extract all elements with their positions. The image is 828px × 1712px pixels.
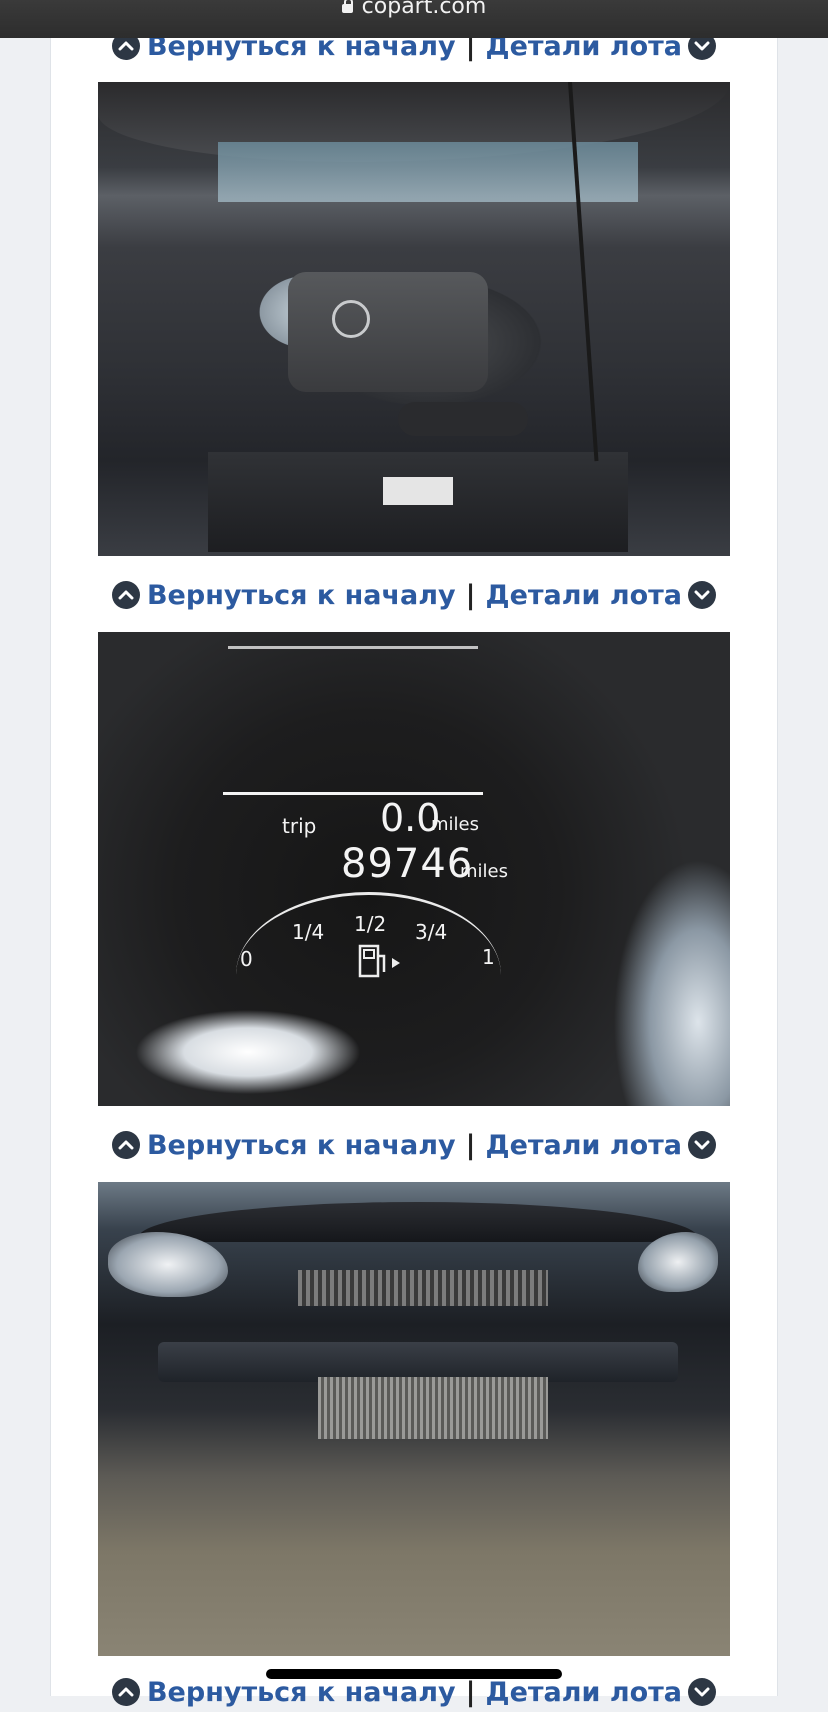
nav-separator: | xyxy=(465,1676,476,1708)
dashboard-photo[interactable]: trip 0.0 miles 89746 miles 0 1/4 1/2 3/4… xyxy=(98,632,730,1106)
browser-url-bar[interactable]: copart.com xyxy=(0,0,828,38)
back-to-top-link[interactable]: Вернуться к началу xyxy=(147,1677,456,1708)
lot-details-link[interactable]: Детали лота xyxy=(486,1677,683,1708)
chevron-down-icon[interactable] xyxy=(688,1131,717,1159)
chevron-up-icon[interactable] xyxy=(111,581,140,609)
back-to-top-link[interactable]: Вернуться к началу xyxy=(147,1130,456,1161)
nav-separator: | xyxy=(465,1129,476,1161)
photo-nav-row: Вернуться к началу | Детали лота xyxy=(0,575,828,615)
fuel-tick-full: 1 xyxy=(482,945,495,969)
trip-label: trip xyxy=(282,814,317,838)
front-end-photo[interactable] xyxy=(98,1182,730,1656)
chevron-up-icon[interactable] xyxy=(111,1131,140,1159)
fuel-tick-0: 0 xyxy=(240,947,253,971)
photo-nav-row: Вернуться к началу | Детали лота xyxy=(0,1125,828,1165)
vw-logo-icon xyxy=(332,300,370,338)
fuel-tick-quarter: 1/4 xyxy=(292,920,325,944)
odometer-unit: miles xyxy=(460,861,508,882)
chevron-down-icon[interactable] xyxy=(688,1678,717,1706)
nav-separator: | xyxy=(465,579,476,611)
lock-icon xyxy=(341,0,353,13)
lot-details-link[interactable]: Детали лота xyxy=(486,580,683,611)
back-to-top-link[interactable]: Вернуться к началу xyxy=(147,580,456,611)
fuel-tick-half: 1/2 xyxy=(354,912,387,936)
home-indicator[interactable] xyxy=(266,1669,562,1679)
odometer-value: 89746 xyxy=(341,841,474,887)
chevron-down-icon[interactable] xyxy=(688,581,717,609)
chevron-up-icon[interactable] xyxy=(111,1678,140,1706)
fuel-tick-three-quarter: 3/4 xyxy=(415,920,448,944)
lot-details-link[interactable]: Детали лота xyxy=(486,1130,683,1161)
url-domain: copart.com xyxy=(361,0,487,19)
fuel-pump-icon xyxy=(356,942,404,986)
trip-unit: miles xyxy=(431,814,479,835)
engine-bay-photo[interactable] xyxy=(98,82,730,556)
